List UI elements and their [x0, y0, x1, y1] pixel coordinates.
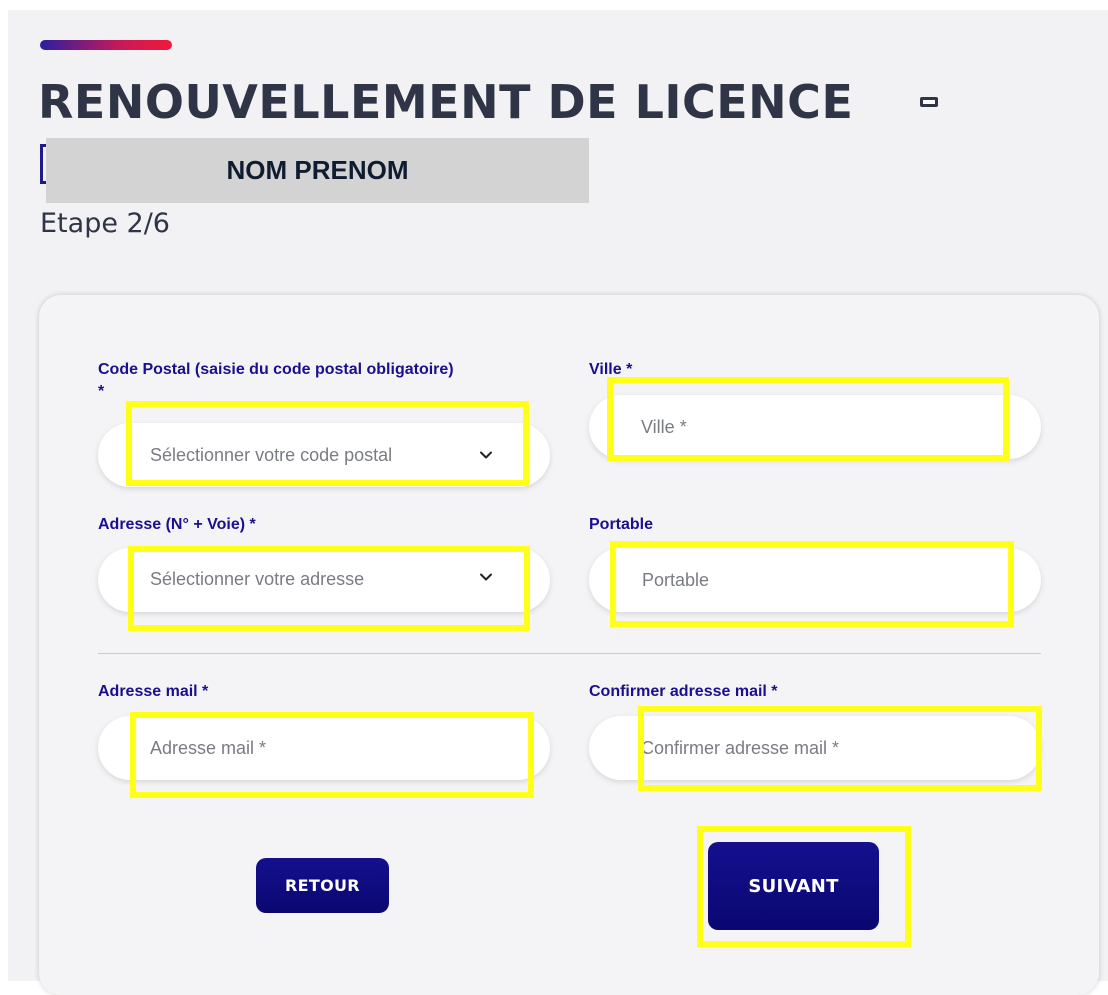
- step-indicator: Etape 2/6: [40, 208, 170, 239]
- email-field[interactable]: [98, 716, 550, 780]
- email-confirm-label: Confirmer adresse mail *: [589, 683, 778, 700]
- accent-bar: [40, 40, 172, 50]
- name-redaction-box: NOM PRENOM: [46, 138, 589, 203]
- chevron-down-icon: [480, 451, 492, 459]
- chevron-down-icon: [480, 573, 492, 581]
- code-postal-label-line1: Code Postal (saisie du code postal oblig…: [98, 361, 454, 378]
- portable-field[interactable]: [589, 548, 1041, 612]
- code-postal-label: Code Postal (saisie du code postal oblig…: [98, 359, 454, 403]
- page-title: RENOUVELLEMENT DE LICENCE -: [38, 75, 854, 129]
- code-postal-select[interactable]: Sélectionner votre code postal: [98, 423, 550, 487]
- next-button[interactable]: SUIVANT: [708, 842, 879, 930]
- portable-label: Portable: [589, 516, 654, 533]
- adresse-select[interactable]: Sélectionner votre adresse: [98, 548, 550, 612]
- ville-field[interactable]: [589, 395, 1041, 459]
- portable-input[interactable]: [642, 569, 1041, 591]
- code-postal-placeholder: Sélectionner votre code postal: [150, 445, 393, 465]
- code-postal-label-line2: *: [98, 383, 105, 400]
- back-button[interactable]: RETOUR: [256, 858, 389, 913]
- email-confirm-field[interactable]: [589, 716, 1041, 780]
- email-input[interactable]: [150, 737, 550, 759]
- title-dash-mark: [920, 97, 938, 107]
- ville-input[interactable]: [641, 416, 1041, 438]
- email-confirm-input[interactable]: [641, 737, 1041, 759]
- form-divider: [98, 653, 1041, 654]
- ville-label: Ville *: [589, 361, 633, 378]
- adresse-placeholder: Sélectionner votre adresse: [150, 569, 365, 589]
- email-label: Adresse mail *: [98, 683, 209, 700]
- adresse-label: Adresse (N° + Voie) *: [98, 516, 256, 533]
